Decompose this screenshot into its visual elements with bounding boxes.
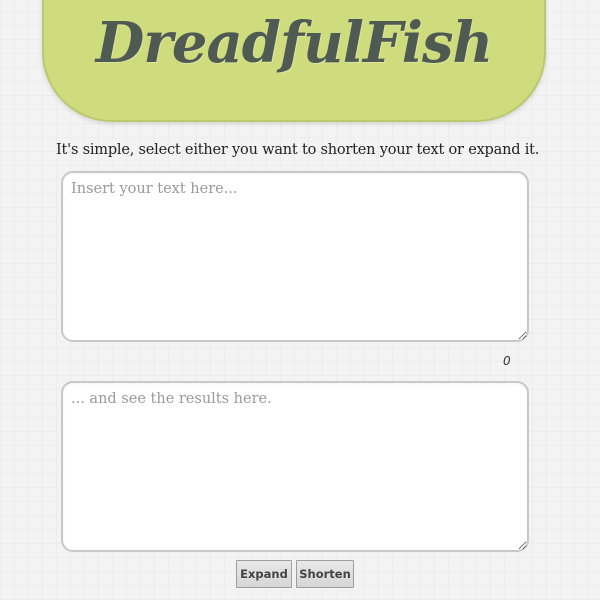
shorten-button[interactable]: Shorten bbox=[296, 560, 354, 588]
output-textarea[interactable] bbox=[61, 381, 529, 552]
expand-button[interactable]: Expand bbox=[236, 560, 292, 588]
site-header: DreadfulFish bbox=[42, 0, 546, 122]
intro-text: It's simple, select either you want to s… bbox=[56, 142, 540, 158]
input-textarea[interactable] bbox=[61, 171, 529, 342]
character-counter: 0 bbox=[503, 354, 511, 368]
site-logo: DreadfulFish bbox=[95, 10, 494, 76]
